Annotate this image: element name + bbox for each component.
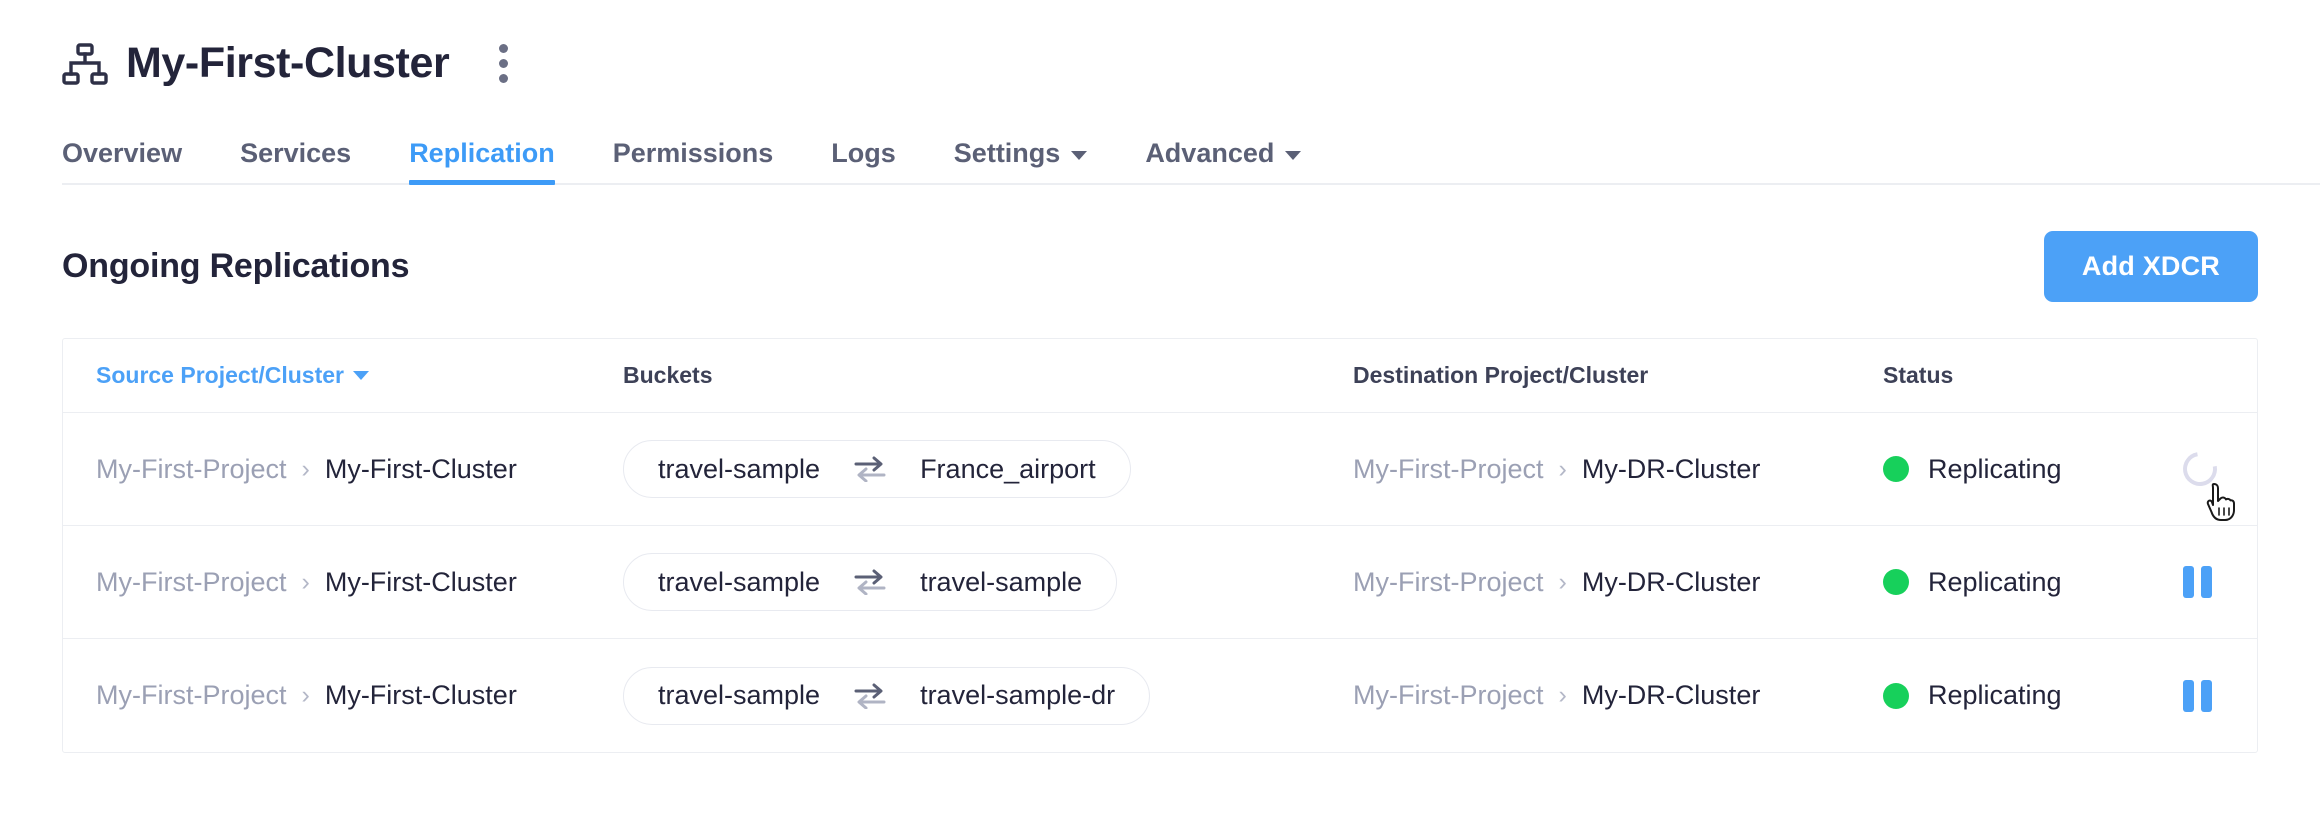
bucket-target-name: France_airport bbox=[920, 453, 1096, 484]
table-header-row: Source Project/Cluster Buckets Destinati… bbox=[63, 339, 2257, 413]
column-header-destination: Destination Project/Cluster bbox=[1353, 362, 1649, 388]
tab-advanced[interactable]: Advanced bbox=[1145, 138, 1302, 183]
bucket-target-name: travel-sample-dr bbox=[920, 680, 1116, 710]
source-breadcrumb: My-First-Project › My-First-Cluster bbox=[96, 680, 623, 711]
status-label: Replicating bbox=[1928, 566, 2062, 597]
breadcrumb-separator: › bbox=[301, 681, 310, 709]
tab-permissions[interactable]: Permissions bbox=[613, 140, 774, 183]
swap-arrows-icon bbox=[854, 569, 886, 596]
breadcrumb-separator: › bbox=[1558, 567, 1567, 596]
status-label: Replicating bbox=[1928, 680, 2062, 710]
destination-breadcrumb: My-First-Project › My-DR-Cluster bbox=[1353, 454, 1883, 485]
tab-label: Permissions bbox=[612, 138, 774, 168]
bucket-source-name: travel-sample bbox=[658, 680, 821, 710]
source-project-link[interactable]: My-First-Project bbox=[96, 454, 287, 485]
tab-logs[interactable]: Logs bbox=[831, 140, 896, 183]
tab-label: Services bbox=[240, 138, 352, 168]
chevron-down-icon bbox=[1285, 151, 1302, 160]
breadcrumb-separator: › bbox=[1558, 681, 1567, 709]
source-cluster-name: My-First-Cluster bbox=[324, 680, 517, 710]
destination-cluster-name: My-DR-Cluster bbox=[1581, 680, 1761, 710]
bucket-target-name: travel-sample bbox=[920, 566, 1083, 597]
status-badge: Replicating bbox=[1883, 680, 2183, 711]
status-dot-icon bbox=[1883, 682, 1909, 709]
cluster-hierarchy-icon bbox=[62, 42, 108, 85]
status-dot-icon bbox=[1883, 569, 1909, 595]
table-row[interactable]: My-First-Project › My-First-Cluster trav… bbox=[63, 413, 2257, 526]
page-title: My-First-Cluster bbox=[126, 39, 450, 87]
breadcrumb-separator: › bbox=[301, 567, 310, 596]
source-project-link[interactable]: My-First-Project bbox=[96, 680, 287, 711]
replications-table: Source Project/Cluster Buckets Destinati… bbox=[62, 338, 2258, 753]
page-header: My-First-Cluster bbox=[0, 0, 2320, 89]
source-project-link[interactable]: My-First-Project bbox=[96, 567, 287, 598]
section-header: Ongoing Replications Add XDCR bbox=[62, 231, 2258, 302]
tab-label: Settings bbox=[953, 138, 1061, 168]
add-xdcr-button[interactable]: Add XDCR bbox=[2043, 231, 2258, 302]
status-dot-icon bbox=[1883, 456, 1909, 482]
tab-label: Advanced bbox=[1145, 138, 1275, 168]
tab-label: Replication bbox=[409, 138, 555, 168]
destination-project-link[interactable]: My-First-Project bbox=[1353, 567, 1544, 598]
table-row[interactable]: My-First-Project › My-First-Cluster trav… bbox=[63, 526, 2257, 639]
pause-icon[interactable] bbox=[2183, 679, 2212, 712]
tab-replication[interactable]: Replication bbox=[409, 138, 555, 185]
status-badge: Replicating bbox=[1883, 454, 2183, 485]
nav-tabs: Overview Services Replication Permission… bbox=[62, 123, 2320, 185]
column-header-source-label: Source Project/Cluster bbox=[96, 362, 344, 388]
kebab-menu-icon[interactable] bbox=[489, 38, 518, 89]
chevron-down-icon bbox=[1071, 151, 1088, 160]
column-header-buckets: Buckets bbox=[623, 362, 713, 388]
status-label: Replicating bbox=[1928, 453, 2062, 484]
pause-icon[interactable] bbox=[2183, 566, 2212, 598]
bucket-pair-pill[interactable]: travel-sample France_airport bbox=[623, 440, 1131, 498]
column-header-source[interactable]: Source Project/Cluster bbox=[96, 362, 369, 389]
destination-cluster-name: My-DR-Cluster bbox=[1581, 453, 1761, 484]
section-title: Ongoing Replications bbox=[62, 247, 410, 285]
breadcrumb-separator: › bbox=[301, 454, 310, 483]
tab-label: Overview bbox=[62, 138, 183, 168]
breadcrumb-separator: › bbox=[1558, 454, 1567, 483]
table-row[interactable]: My-First-Project › My-First-Cluster trav… bbox=[63, 639, 2257, 752]
swap-arrows-icon bbox=[854, 456, 886, 483]
column-header-status: Status bbox=[1883, 362, 1954, 388]
tab-settings[interactable]: Settings bbox=[954, 140, 1088, 183]
bucket-pair-pill[interactable]: travel-sample travel-sample bbox=[623, 553, 1118, 611]
destination-breadcrumb: My-First-Project › My-DR-Cluster bbox=[1353, 680, 1883, 711]
source-cluster-name: My-First-Cluster bbox=[324, 566, 517, 597]
source-breadcrumb: My-First-Project › My-First-Cluster bbox=[96, 567, 623, 598]
tab-label: Logs bbox=[831, 138, 896, 168]
bucket-pair-pill[interactable]: travel-sample travel-sample-dr bbox=[623, 666, 1151, 725]
destination-project-link[interactable]: My-First-Project bbox=[1353, 680, 1544, 711]
swap-arrows-icon bbox=[854, 683, 886, 709]
status-badge: Replicating bbox=[1883, 567, 2183, 598]
mouse-cursor-pointer bbox=[2205, 482, 2239, 522]
source-cluster-name: My-First-Cluster bbox=[324, 453, 517, 484]
replication-page: My-First-Cluster Overview Services Repli… bbox=[0, 0, 2320, 840]
source-breadcrumb: My-First-Project › My-First-Cluster bbox=[96, 454, 623, 485]
destination-cluster-name: My-DR-Cluster bbox=[1581, 566, 1761, 597]
sort-descending-icon bbox=[352, 371, 369, 380]
bucket-source-name: travel-sample bbox=[658, 566, 821, 597]
row-action bbox=[2176, 445, 2257, 521]
row-action bbox=[2183, 679, 2257, 712]
destination-project-link[interactable]: My-First-Project bbox=[1353, 454, 1544, 485]
bucket-source-name: travel-sample bbox=[658, 453, 821, 484]
row-action bbox=[2183, 566, 2257, 598]
tab-services[interactable]: Services bbox=[240, 140, 351, 183]
tab-overview[interactable]: Overview bbox=[62, 140, 182, 183]
loading-spinner-icon[interactable] bbox=[2176, 445, 2224, 493]
destination-breadcrumb: My-First-Project › My-DR-Cluster bbox=[1353, 567, 1883, 598]
